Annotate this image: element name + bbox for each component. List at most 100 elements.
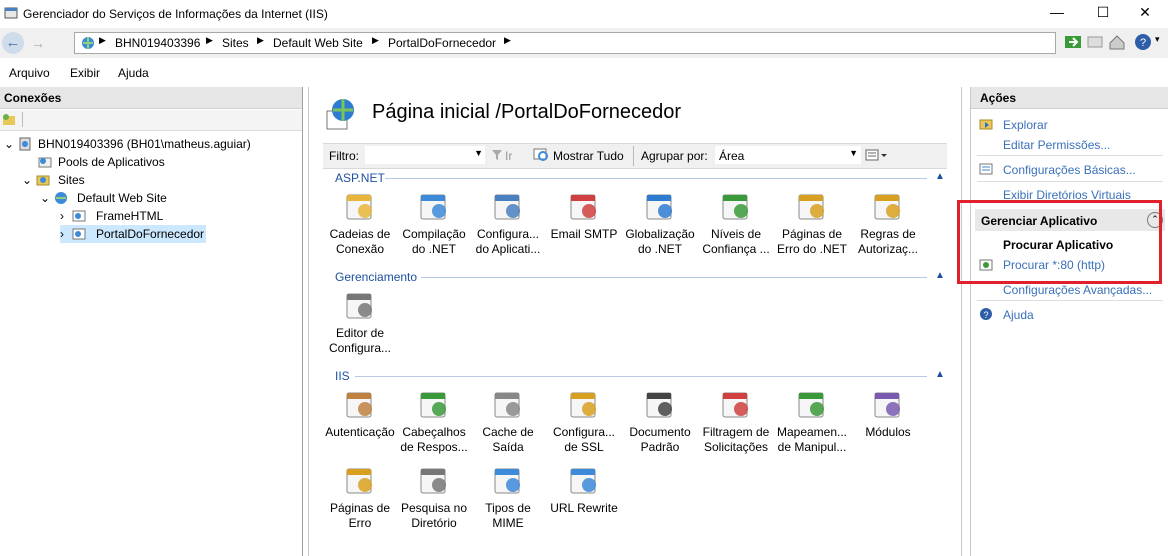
menu-ajuda[interactable]: Ajuda	[118, 66, 149, 80]
feature-error-pages[interactable]: Páginas de Erro	[321, 463, 399, 531]
help-icon[interactable]: ?	[1134, 33, 1152, 51]
feature-modules[interactable]: Módulos	[849, 387, 927, 440]
feature-default-document[interactable]: Documento Padrão	[621, 387, 699, 455]
tree-label-default-web-site: Default Web Site	[77, 191, 167, 205]
tree-node-framehtml[interactable]: › FrameHTML	[60, 207, 163, 225]
request-filter-icon	[722, 392, 748, 418]
feature-handler-mapping[interactable]: Mapeamen... de Manipul...	[773, 387, 851, 455]
feature-label-line1: Módulos	[865, 425, 911, 439]
maximize-button[interactable]: ☐	[1080, 0, 1126, 27]
collapse-caret-icon[interactable]: ▲	[935, 369, 945, 380]
database-icon	[346, 194, 372, 220]
breadcrumb-server[interactable]: BHN019403396	[115, 36, 200, 50]
group-by-label: Agrupar por:	[641, 149, 708, 163]
minimize-button[interactable]: —	[1034, 0, 1080, 27]
breadcrumb-sites[interactable]: Sites	[222, 36, 249, 50]
action-edit-permissions[interactable]: Editar Permissões...	[1003, 138, 1110, 152]
website-globe-icon	[55, 192, 67, 204]
feature-directory-browse[interactable]: Pesquisa no Diretório	[395, 463, 473, 531]
feature-label-line1: Editor de	[335, 326, 385, 340]
chevron-down-icon[interactable]: ⌄	[40, 191, 50, 205]
checklist-icon	[494, 194, 520, 220]
action-help[interactable]: Ajuda	[1003, 308, 1034, 322]
feature-trust-globe[interactable]: Níveis de Confiança ...	[697, 189, 775, 257]
feature-label-line1: Tipos de	[485, 501, 531, 515]
help-dropdown-icon[interactable]: ▾	[1155, 34, 1160, 45]
action-basic-settings[interactable]: Configurações Básicas...	[1003, 163, 1136, 177]
chevron-down-icon[interactable]: ▼	[849, 148, 858, 158]
sites-folder-icon	[36, 175, 50, 186]
tree-node-default-web-site[interactable]: ⌄ Default Web Site	[40, 189, 167, 207]
window-title: Gerenciador do Serviços de Informações d…	[23, 7, 328, 21]
feature-label-line1: Cabeçalhos	[402, 425, 466, 439]
feature-authentication-user[interactable]: Autenticação	[321, 387, 399, 440]
feature-globe[interactable]: Globalização do .NET	[621, 189, 699, 257]
feature-label-line1: Documento	[629, 425, 691, 439]
features-pane: Página inicial /PortalDoFornecedor Filtr…	[308, 87, 962, 556]
chevron-right-icon[interactable]: ›	[60, 209, 64, 223]
breadcrumb-dropdown[interactable]: ▶	[504, 35, 511, 46]
feature-label-line2: Erro do .NET	[776, 242, 848, 256]
tree-node-sites[interactable]: ⌄ Sites	[22, 171, 85, 189]
breadcrumb-portal[interactable]: PortalDoFornecedor	[388, 36, 496, 50]
filter-input[interactable]: ▼	[365, 146, 485, 164]
action-explore[interactable]: Explorar	[1003, 118, 1048, 132]
feature-label-line1: Filtragem de	[702, 425, 770, 439]
chevron-right-icon[interactable]: ›	[60, 227, 64, 241]
server-icon	[19, 137, 31, 151]
response-headers-icon	[420, 392, 446, 418]
feature-label-line2: Autorizaç...	[857, 242, 919, 256]
feature-config-editor[interactable]: Editor de Configura...	[321, 288, 399, 356]
feature-label-line1: Pesquisa no	[400, 501, 468, 515]
feature-label-line2: de Respos...	[400, 440, 468, 454]
chevron-down-icon[interactable]: ⌄	[22, 173, 32, 187]
go-button[interactable]: Ir	[505, 149, 512, 163]
feature-email[interactable]: Email SMTP	[545, 189, 623, 242]
feature-response-headers[interactable]: Cabeçalhos de Respos...	[395, 387, 473, 455]
forward-arrow-icon[interactable]: →	[28, 33, 48, 53]
feature-database[interactable]: Cadeias de Conexão	[321, 189, 399, 257]
feature-ssl-lock[interactable]: Configura... de SSL	[545, 387, 623, 455]
feature-label-line1: Cache de	[482, 425, 534, 439]
back-arrow-icon[interactable]: ←	[2, 32, 24, 54]
globe-icon	[646, 194, 672, 220]
address-field[interactable]: ▶ BHN019403396 ▶ Sites ▶ Default Web Sit…	[74, 32, 1056, 54]
modules-icon	[874, 392, 900, 418]
menu-bar: Arquivo Exibir Ajuda	[0, 62, 1168, 84]
feature-request-filter[interactable]: Filtragem de Solicitações	[697, 387, 775, 455]
feature-error-404[interactable]: Páginas de Erro do .NET	[773, 189, 851, 257]
feature-label-line1: Páginas de	[329, 501, 391, 515]
feature-label-line1: Páginas de	[781, 227, 843, 241]
collapse-caret-icon[interactable]: ▲	[935, 171, 945, 182]
connect-icon[interactable]	[2, 113, 16, 127]
stop-icon[interactable]	[1086, 33, 1104, 51]
tree-node-server[interactable]: ⌄ BHN019403396 (BH01\matheus.aguiar)	[4, 135, 251, 153]
feature-output-cache[interactable]: Cache de Saída	[469, 387, 547, 455]
download-stack-icon	[420, 194, 446, 220]
chevron-down-icon[interactable]: ▼	[474, 148, 483, 158]
feature-checklist[interactable]: Configura... do Aplicati...	[469, 189, 547, 257]
error-pages-icon	[346, 468, 372, 494]
breadcrumb-default-web-site[interactable]: Default Web Site	[273, 36, 363, 50]
menu-exibir[interactable]: Exibir	[70, 66, 100, 80]
feature-authorization-lock[interactable]: Regras de Autorizaç...	[849, 189, 927, 257]
close-button[interactable]: ✕	[1122, 0, 1168, 27]
tree-label-portal: PortalDoFornecedor	[96, 227, 205, 241]
refresh-icon[interactable]	[1064, 33, 1082, 51]
action-advanced-settings[interactable]: Configurações Avançadas...	[1003, 283, 1152, 297]
tree-node-portal-selected[interactable]: › PortalDoFornecedor	[60, 225, 206, 243]
group-title-aspnet: ASP.NET	[335, 171, 385, 185]
feature-mime-types[interactable]: Tipos de MIME	[469, 463, 547, 531]
view-mode-icon[interactable]	[865, 149, 887, 161]
home-icon[interactable]	[1108, 33, 1126, 51]
feature-label-line1: Mapeamen...	[776, 425, 848, 439]
feature-url-rewrite[interactable]: URL Rewrite	[545, 463, 623, 516]
show-all-button[interactable]: Mostrar Tudo	[553, 149, 624, 163]
group-divider	[421, 277, 927, 278]
filter-label: Filtro:	[329, 149, 359, 163]
group-by-select[interactable]: Área ▼	[715, 146, 861, 164]
menu-arquivo[interactable]: Arquivo	[9, 66, 50, 80]
collapse-caret-icon[interactable]: ▲	[935, 270, 945, 281]
feature-download-stack[interactable]: Compilação do .NET	[395, 189, 473, 257]
chevron-down-icon[interactable]: ⌄	[4, 137, 14, 151]
